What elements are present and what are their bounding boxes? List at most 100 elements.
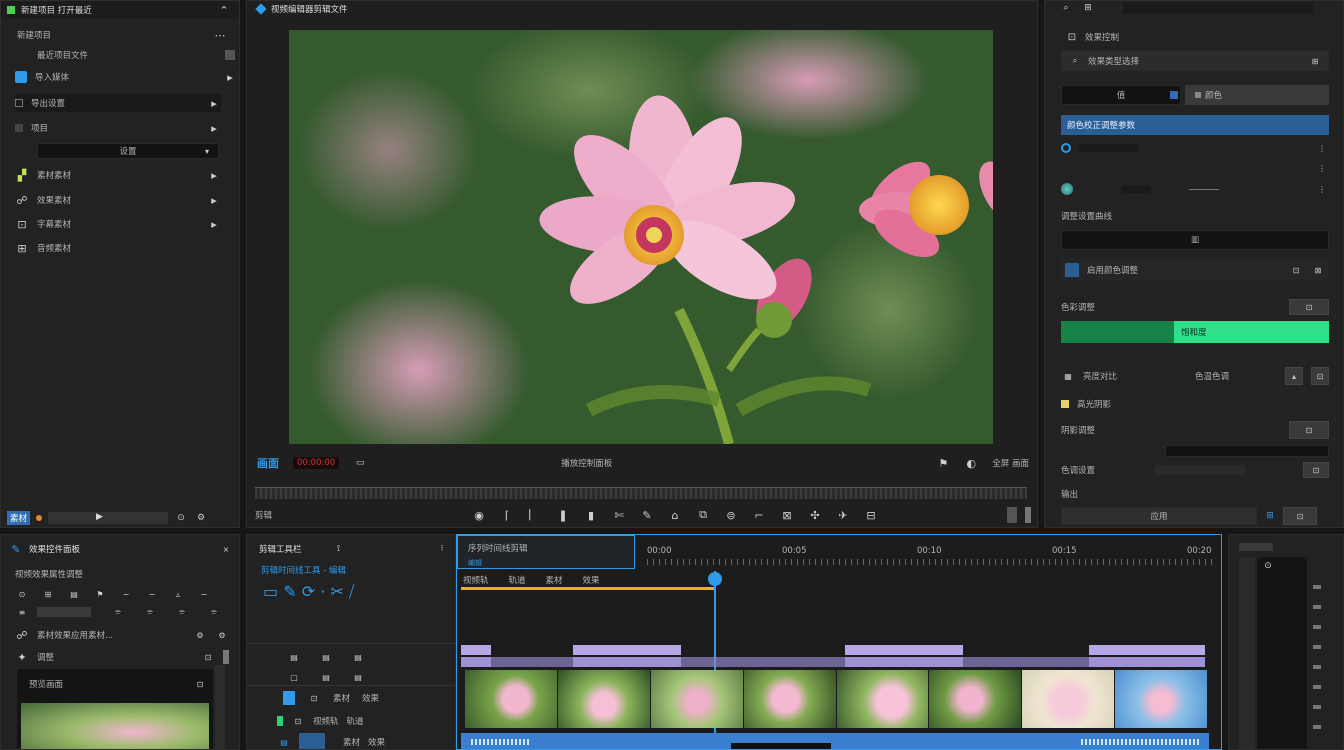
scroll-handle[interactable] (223, 650, 229, 664)
razor-icon[interactable]: ✄ (605, 508, 633, 522)
highlights-row[interactable]: 高光阴影 (1061, 397, 1329, 411)
video-thumbnail[interactable] (743, 670, 836, 728)
clip-label-bar[interactable] (461, 645, 491, 655)
brightness-button-2[interactable]: ⊡ (1311, 367, 1329, 385)
effect-type-dropdown[interactable]: ⌕ 效果类型选择 ⊞ (1061, 51, 1329, 71)
meter-dial-icon[interactable]: ⊙ (1261, 559, 1275, 573)
track-sync-icon[interactable]: ⊡ (307, 691, 321, 705)
crop-icon[interactable]: ⧉ (689, 508, 717, 522)
gear-icon[interactable]: ⚙ (194, 511, 208, 525)
mark-in-icon[interactable]: ⌈ (493, 508, 521, 522)
sidebar-item-recent[interactable]: 最近项目文件 (37, 48, 235, 62)
clip-label-bar[interactable] (573, 645, 681, 655)
playhead-handle[interactable] (708, 572, 722, 586)
doc-icon[interactable]: ▤ (67, 587, 81, 601)
enable-color-row[interactable]: 启用颜色调整 ⊡ ⊠ (1061, 259, 1329, 281)
trim-icon[interactable]: ⌐ (745, 508, 773, 522)
preview-menu-icon[interactable]: ⊡ (193, 677, 207, 691)
record-button-icon[interactable]: ◉ (465, 508, 493, 522)
tools-glyph-row[interactable]: ▭ ✎ ⟳ · ✂ ⧸ (263, 581, 453, 603)
sidebar-item-new-project[interactable]: 新建项目 ⋯ (17, 27, 227, 43)
tune-icon[interactable]: ⌯ (111, 605, 125, 619)
clip-label-sub-bar[interactable] (461, 657, 491, 667)
home-icon[interactable]: ⌂ (661, 508, 689, 522)
video-frame[interactable] (289, 30, 993, 444)
video-thumbnail[interactable] (836, 670, 929, 728)
apply-field[interactable]: 应用 (1061, 507, 1257, 525)
layout-icon[interactable]: ⊞ (1081, 1, 1095, 15)
step-back-icon[interactable]: ⎸ (521, 508, 549, 522)
track-eye-icon[interactable]: ▤ (319, 670, 333, 684)
marker-icon[interactable]: ▭ (353, 456, 367, 470)
clip-label-sub-bar[interactable] (1089, 657, 1205, 667)
pen-icon[interactable]: ✎ (633, 508, 661, 522)
tab-value-field[interactable]: 值 (1061, 85, 1181, 105)
settings-icon[interactable]: ⚙ (193, 628, 207, 642)
effects-item-1[interactable]: ☍ 素材效果应用素材... ⚙ ⚙ (15, 627, 229, 643)
collapse-icon[interactable]: ⌃ (217, 3, 231, 17)
clip-label-sub-bar[interactable] (845, 657, 963, 667)
param-3-bar[interactable] (1121, 185, 1151, 193)
video-thumbnail[interactable] (557, 670, 650, 728)
video-thumbnail[interactable] (929, 670, 1022, 728)
effects-search-field[interactable] (37, 607, 91, 617)
param-3-menu-icon[interactable]: ⋮ (1315, 182, 1329, 196)
link-icon[interactable]: ⌕ (1059, 1, 1073, 15)
eye-icon[interactable]: ⊙ (15, 587, 29, 601)
track-mute-icon[interactable]: ▤ (351, 650, 365, 664)
triangle-icon[interactable]: ▵ (171, 587, 185, 601)
curve-value-field[interactable]: ▥ (1061, 230, 1329, 250)
list-icon[interactable]: ≡ (15, 605, 29, 619)
video-track[interactable] (465, 670, 1207, 728)
expand-icon[interactable]: ⊡ (1289, 263, 1303, 277)
param-row-1[interactable]: ⋮ (1061, 141, 1329, 155)
fullscreen-icon[interactable]: ◐ (964, 456, 978, 470)
footer-badge[interactable]: 素材 (7, 511, 31, 525)
effects-scrollbar[interactable] (215, 665, 225, 749)
divider-handle[interactable] (1007, 507, 1017, 523)
sidebar-item-audio[interactable]: ⊞ 音频素材 (15, 240, 221, 256)
pause-icon[interactable]: ❚ (549, 508, 577, 522)
effects-item-2[interactable]: ✦ 调整 ⊡ (15, 649, 229, 665)
param-row-3[interactable]: ⋮ (1061, 181, 1329, 197)
param-2-menu-icon[interactable]: ⋮ (1315, 161, 1329, 175)
apply-menu-button[interactable]: ⊡ (1283, 507, 1317, 525)
tab-color[interactable]: 颜色 (1185, 85, 1329, 105)
play-icon[interactable]: ▶ (96, 512, 103, 522)
track-lock-icon[interactable]: ▤ (287, 650, 301, 664)
saturation-progress[interactable]: 饱和度 (1061, 321, 1329, 343)
audio-track[interactable] (461, 733, 1209, 749)
stop-icon[interactable]: ▮ (577, 508, 605, 522)
clip-label-sub-bar[interactable] (573, 657, 681, 667)
tune-icon-3[interactable]: ⌯ (175, 605, 189, 619)
sidebar-item-export[interactable]: 导出设置 ▸ (15, 94, 221, 112)
track-target-icon[interactable] (283, 691, 295, 705)
shadows-row[interactable]: 阴影调整 ⊡ (1061, 421, 1329, 439)
work-area-bar[interactable] (461, 587, 715, 590)
project-settings-field[interactable]: 设置 ▾ (37, 143, 219, 159)
settings-icon[interactable]: ⊟ (857, 508, 885, 522)
track-lock-icon[interactable]: ▢ (287, 670, 301, 684)
saturation-options-button[interactable]: ⊡ (1289, 299, 1329, 315)
viewer-scrub-bar[interactable] (255, 487, 1027, 499)
track-play-icon[interactable]: ▤ (277, 735, 291, 749)
pin-icon[interactable]: ✈ (829, 508, 857, 522)
divider-handle-2[interactable] (1025, 507, 1031, 523)
clip-label-bar[interactable] (1089, 645, 1205, 655)
tone-button[interactable]: ⊡ (1303, 462, 1329, 478)
minus-icon-2[interactable]: − (145, 587, 159, 601)
close-icon[interactable]: ⊠ (1311, 263, 1325, 277)
sidebar-item-effects[interactable]: ☍ 效果素材 ▸ (15, 192, 221, 208)
video-thumbnail[interactable] (650, 670, 743, 728)
track-green-icon[interactable] (277, 716, 283, 726)
checkbox-icon[interactable] (225, 50, 235, 60)
video-thumbnail[interactable] (1115, 670, 1207, 728)
brightness-button[interactable]: ▴ (1285, 367, 1303, 385)
settings-icon[interactable]: ⊡ (201, 650, 215, 664)
timecode-display[interactable]: 00:00:00 (293, 457, 340, 469)
sequence-tab[interactable]: 序列时间线剪辑 编辑 (457, 535, 635, 569)
sidebar-item-titles[interactable]: ⊡ 字幕素材 ▸ (15, 216, 221, 232)
param-1-menu-icon[interactable]: ⋮ (1315, 141, 1329, 155)
shadows-button[interactable]: ⊡ (1289, 421, 1329, 439)
color-correction-header[interactable]: 颜色校正调整参数 (1061, 115, 1329, 135)
